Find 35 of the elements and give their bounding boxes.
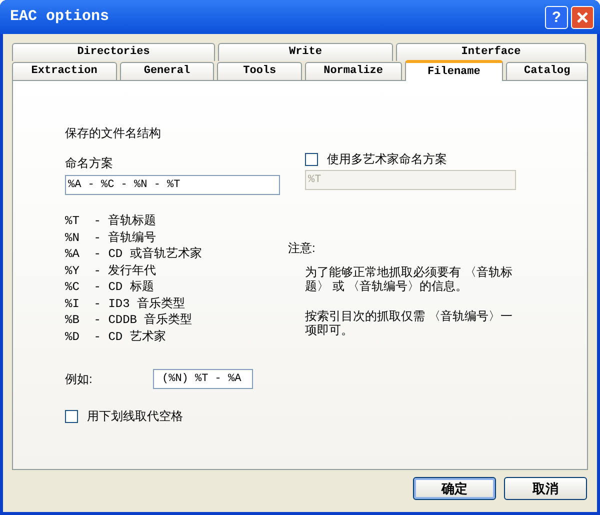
tab[interactable]: Filename — [404, 60, 504, 81]
legend-line: %Y - 发行年代 — [65, 262, 158, 279]
legend-line: %A - CD 或音轨艺术家 — [65, 246, 203, 262]
input-field[interactable]: %A - %C - %N - %T — [65, 175, 280, 195]
close-icon — [576, 10, 589, 24]
example-label: 例如: — [65, 371, 94, 388]
checkbox-label: 用下划线取代空格 — [87, 408, 183, 425]
tab[interactable]: General — [120, 62, 214, 80]
legend-line: %N - 音轨编号 — [65, 230, 158, 246]
window-title: EAC options — [10, 6, 110, 27]
legend-line: %T - 音轨标题 — [65, 213, 158, 230]
tab[interactable]: Extraction — [12, 62, 117, 80]
section-heading: 保存的文件名结构 — [65, 125, 162, 142]
legend-line: %B - CDDB 音乐类型 — [65, 312, 194, 328]
tab[interactable]: Tools — [217, 62, 302, 80]
help-button[interactable]: ? — [545, 6, 568, 28]
field-label: 命名方案 — [65, 155, 114, 172]
note-text: 按索引目次的抓取仅需 〈音轨编号〉一项即可。 — [305, 309, 514, 337]
note-title: 注意: — [288, 240, 316, 257]
tab[interactable]: Normalize — [304, 62, 402, 80]
dialog-button[interactable]: 取消 — [504, 477, 587, 500]
tab[interactable]: Directories — [12, 43, 215, 61]
legend-line: %C - CD 标题 — [65, 279, 155, 296]
note-text: 为了能够正常地抓取必须要有 〈音轨标题〉 或 〈音轨编号〉的信息。 — [305, 265, 514, 293]
tab[interactable]: Interface — [396, 43, 586, 61]
checkbox[interactable] — [65, 410, 78, 422]
tab[interactable]: Catalog — [506, 62, 588, 80]
example-field: (%N) %T - %A — [153, 369, 253, 389]
legend-line: %I - ID3 音乐类型 — [65, 296, 186, 312]
checkbox-label: 使用多艺术家命名方案 — [327, 151, 447, 168]
dialog-button[interactable]: 确定 — [413, 477, 496, 500]
tab[interactable]: Write — [218, 43, 393, 61]
checkbox[interactable] — [305, 152, 318, 166]
legend-line: %D - CD 艺术家 — [65, 328, 167, 345]
close-button[interactable] — [571, 6, 594, 28]
